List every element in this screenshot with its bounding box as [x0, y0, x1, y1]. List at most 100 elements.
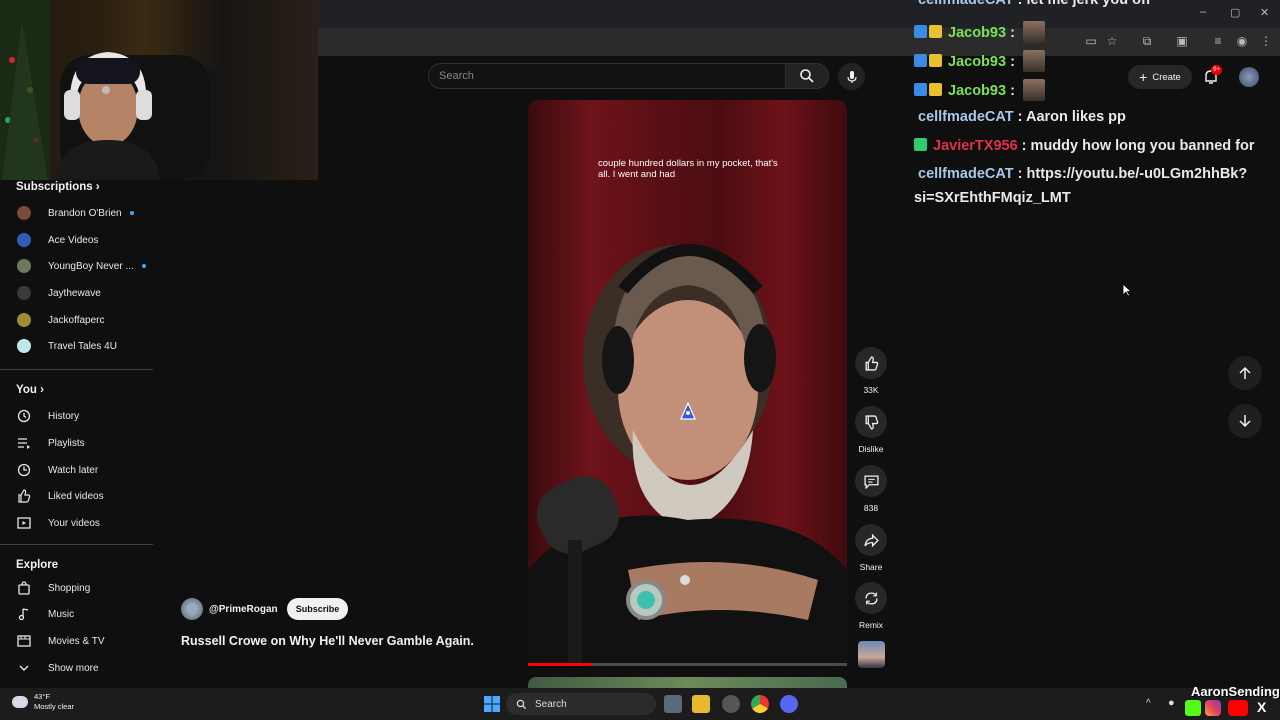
weather-widget[interactable]: 43°F Mostly clear — [12, 692, 74, 712]
minimize-icon[interactable]: – — [1200, 6, 1206, 18]
weather-temp: 43°F — [34, 692, 50, 701]
chat-emote-icon — [1022, 21, 1045, 43]
remix-button[interactable]: Remix — [852, 582, 890, 630]
search-input[interactable]: Search — [428, 63, 786, 89]
profile-icon[interactable]: ◉ — [1235, 34, 1249, 48]
sidebar-item-label: Jackoffaperc — [48, 314, 105, 326]
extensions-icon[interactable]: ⧉ — [1140, 34, 1154, 48]
sidebar-item-shopping[interactable]: Shopping — [16, 576, 146, 600]
explore-heading: Explore — [16, 559, 59, 571]
chat-badge-icon — [929, 25, 942, 38]
plus-icon: + — [1139, 69, 1148, 85]
chat-username[interactable]: JavierTX956 — [933, 138, 1018, 154]
create-button[interactable]: + Create — [1128, 65, 1192, 89]
browser-menu-icon[interactable]: ⋮ — [1259, 34, 1273, 48]
sidebar-item-label: Show more — [48, 662, 99, 674]
youtube-logo-icon — [1228, 700, 1248, 716]
clock-icon — [16, 462, 32, 478]
notifications-button[interactable]: 9+ — [1202, 65, 1222, 86]
chat-separator: : — [1006, 54, 1019, 70]
sidebar-item-liked-videos[interactable]: Liked videos — [16, 484, 146, 508]
taskbar-search[interactable]: Search — [506, 693, 656, 715]
previous-short-button[interactable] — [1228, 356, 1262, 390]
video-title[interactable]: Russell Crowe on Why He'll Never Gamble … — [181, 634, 474, 648]
chat-username[interactable]: cellfmadeCAT — [918, 109, 1014, 125]
media-controls-icon[interactable]: ≡ — [1211, 34, 1225, 48]
sidebar-item-playlists[interactable]: Playlists — [16, 431, 146, 455]
microphone-tray-icon[interactable]: ● — [1168, 697, 1175, 709]
chevron-up-icon[interactable]: ^ — [1146, 698, 1151, 709]
sidebar-item-label: History — [48, 410, 80, 422]
chat-separator: : — [1013, 0, 1027, 8]
next-short-button[interactable] — [1228, 404, 1262, 438]
sidebar-item-youngboy[interactable]: YoungBoy Never ... — [16, 254, 146, 278]
chat-badge-icon — [914, 54, 927, 67]
maximize-icon[interactable]: ▢ — [1230, 6, 1240, 19]
sidebar-item-jaythewave[interactable]: Jaythewave — [16, 281, 146, 305]
channel-avatar — [17, 206, 31, 220]
file-explorer-icon[interactable] — [692, 695, 710, 713]
channel-avatar[interactable] — [181, 598, 203, 620]
sidebar-item-music[interactable]: Music — [16, 602, 146, 626]
channel-avatar — [17, 313, 31, 327]
sidebar-item-your-videos[interactable]: Your videos — [16, 511, 146, 535]
sidebar-item-label: Movies & TV — [48, 635, 105, 647]
chat-emote-icon — [1022, 50, 1045, 72]
sidebar-item-history[interactable]: History — [16, 404, 146, 428]
sidebar-item-label: Music — [48, 608, 75, 620]
channel-info[interactable]: @PrimeRogan — [181, 598, 278, 620]
task-view-icon[interactable] — [664, 695, 682, 713]
chat-badge-icon — [914, 83, 927, 96]
shopping-bag-icon — [16, 580, 32, 596]
film-icon — [16, 633, 32, 649]
close-window-icon[interactable]: ✕ — [1260, 6, 1269, 19]
sidebar-item-watch-later[interactable]: Watch later — [16, 458, 146, 482]
chat-text: let me jerk you off — [1026, 0, 1151, 8]
microphone-icon — [846, 70, 857, 83]
dislike-button[interactable]: Dislike — [852, 406, 890, 454]
x-logo-icon: X — [1257, 699, 1267, 715]
sidebar-item-brandon-obrien[interactable]: Brandon O'Brien — [16, 201, 146, 225]
sidebar-item-label: Playlists — [48, 437, 85, 449]
settings-gear-icon[interactable] — [722, 695, 740, 713]
chat-username[interactable]: cellfmadeCAT — [918, 0, 1014, 8]
webcam-overlay — [0, 0, 318, 180]
sound-source-thumbnail[interactable] — [858, 641, 885, 668]
chat-message: Jacob93 : — [914, 79, 1045, 101]
discord-icon[interactable] — [780, 695, 798, 713]
chat-username[interactable]: Jacob93 — [948, 83, 1006, 99]
comment-count: 838 — [863, 503, 879, 513]
chat-separator: : — [1017, 138, 1031, 154]
sidebar-item-jackoffaperc[interactable]: Jackoffaperc — [16, 308, 146, 332]
share-button[interactable]: Share — [852, 524, 890, 572]
split-view-icon[interactable]: ▣ — [1175, 34, 1189, 48]
chat-username[interactable]: cellfmadeCAT — [918, 166, 1014, 182]
subscribe-button[interactable]: Subscribe — [287, 598, 348, 620]
chat-username[interactable]: Jacob93 — [948, 25, 1006, 41]
arrow-up-icon — [1239, 366, 1251, 379]
voice-search-button[interactable] — [838, 63, 865, 90]
windows-start-icon[interactable] — [484, 696, 500, 712]
cloud-moon-icon — [12, 696, 28, 708]
cast-icon[interactable]: ▭ — [1084, 34, 1098, 48]
search-button[interactable] — [785, 63, 829, 89]
sidebar-divider — [0, 544, 153, 545]
subscriptions-heading[interactable]: Subscriptions › — [16, 181, 100, 193]
short-video-player[interactable] — [528, 100, 847, 666]
sidebar-item-travel-tales[interactable]: Travel Tales 4U — [16, 334, 146, 358]
chat-message: Jacob93 : — [914, 50, 1045, 72]
sidebar-item-movies-tv[interactable]: Movies & TV — [16, 629, 146, 653]
browser-address-bar[interactable] — [318, 28, 1280, 56]
chrome-browser-icon[interactable] — [751, 695, 769, 713]
sidebar-item-ace-videos[interactable]: Ace Videos — [16, 228, 146, 252]
you-heading[interactable]: You › — [16, 384, 44, 396]
comments-button[interactable]: 838 — [852, 465, 890, 513]
chat-separator: : — [1013, 109, 1026, 125]
sidebar-item-show-more[interactable]: Show more — [16, 656, 146, 680]
chat-username[interactable]: Jacob93 — [948, 54, 1006, 70]
bookmark-star-icon[interactable]: ☆ — [1105, 34, 1119, 48]
account-avatar[interactable] — [1239, 67, 1259, 87]
chat-separator: : — [1013, 166, 1027, 182]
channel-handle[interactable]: @PrimeRogan — [209, 604, 278, 615]
like-button[interactable]: 33K — [852, 347, 890, 395]
